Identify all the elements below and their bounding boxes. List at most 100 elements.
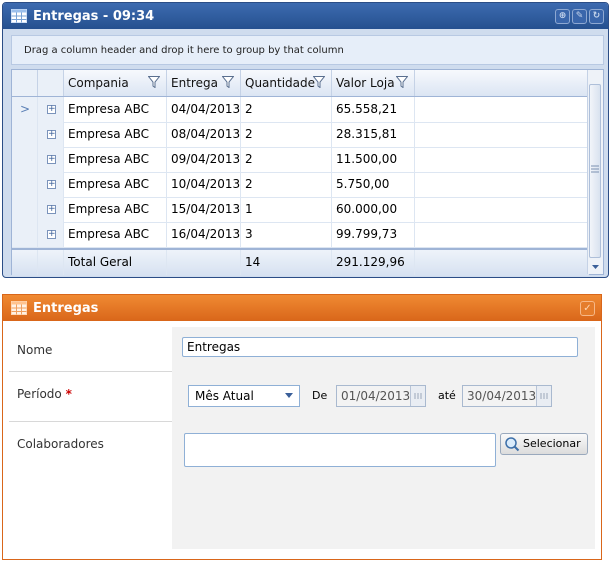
periodo-field-area: Mês Atual De 01/04/2013 até 30/04/2013 (172, 371, 595, 421)
footer-entrega (167, 250, 241, 275)
expand-icon[interactable]: + (47, 105, 56, 114)
check-icon[interactable]: ✓ (580, 300, 595, 316)
data-grid: Compania Entrega Quantidade Valor Loja >… (11, 69, 604, 276)
expand-cell: + (38, 122, 64, 147)
scrollbar-thumb[interactable] (589, 84, 601, 258)
de-date-input[interactable]: 01/04/2013 (336, 385, 426, 407)
calendar-icon[interactable] (536, 386, 551, 406)
table-row[interactable]: + Empresa ABC 16/04/2013 3 99.799,73 (12, 222, 589, 248)
periodo-row: Período * Mês Atual De 01/04/2013 até 30… (9, 371, 595, 422)
colaboradores-field-area: Selecionar (172, 421, 595, 549)
cell-compania: Empresa ABC (64, 97, 167, 122)
table-row[interactable]: + Empresa ABC 15/04/2013 1 60.000,00 (12, 197, 589, 223)
expand-cell: + (38, 147, 64, 172)
footer-indicator (12, 250, 38, 275)
periodo-label-text: Período (17, 387, 62, 401)
table-icon (11, 301, 27, 315)
cell-quantidade: 3 (241, 222, 332, 247)
column-header-valor-loja[interactable]: Valor Loja (332, 70, 415, 96)
expand-cell: + (38, 172, 64, 197)
entregas-grid-panel: Entregas - 09:34 ⊕ ✎ ↻ Drag a column hea… (2, 2, 609, 278)
refresh-icon[interactable]: ↻ (589, 8, 604, 24)
row-indicator (12, 147, 38, 172)
table-row[interactable]: + Empresa ABC 10/04/2013 2 5.750,00 (12, 172, 589, 198)
row-indicator (12, 222, 38, 247)
cell-entrega: 10/04/2013 (167, 172, 241, 197)
table-row[interactable]: > + Empresa ABC 04/04/2013 2 65.558,21 (12, 97, 589, 123)
table-row[interactable]: + Empresa ABC 08/04/2013 2 28.315,81 (12, 122, 589, 148)
colaboradores-input[interactable] (184, 433, 496, 467)
column-header-compania[interactable]: Compania (64, 70, 167, 96)
vertical-scrollbar[interactable] (587, 70, 603, 274)
column-header-entrega[interactable]: Entrega (167, 70, 241, 96)
zoom-icon[interactable]: ⊕ (555, 8, 570, 24)
cell-valor-loja: 28.315,81 (332, 122, 415, 147)
selecionar-label: Selecionar (523, 437, 581, 450)
cell-valor-loja: 60.000,00 (332, 197, 415, 222)
expand-icon[interactable]: + (47, 155, 56, 164)
row-indicator (12, 122, 38, 147)
table-row[interactable]: + Empresa ABC 09/04/2013 2 11.500,00 (12, 147, 589, 173)
periodo-select-value: Mês Atual (195, 389, 254, 403)
ate-label: até (438, 389, 456, 402)
column-header-quantidade[interactable]: Quantidade (241, 70, 332, 96)
filter-icon[interactable] (313, 76, 325, 88)
grid-panel-title: Entregas - 09:34 (33, 8, 155, 24)
colaboradores-row: Colaboradores Selecionar (9, 421, 595, 549)
expand-icon[interactable]: + (47, 180, 56, 189)
de-label: De (312, 389, 328, 402)
column-label: Valor Loja (336, 76, 395, 90)
expand-cell: + (38, 97, 64, 122)
cell-compania: Empresa ABC (64, 147, 167, 172)
cell-entrega: 09/04/2013 (167, 147, 241, 172)
footer-expand (38, 250, 64, 275)
footer-quantidade-total: 14 (241, 250, 332, 275)
expand-header (38, 70, 64, 96)
expand-cell: + (38, 222, 64, 247)
form-panel-title: Entregas (33, 300, 99, 316)
chevron-down-icon (285, 393, 293, 398)
expand-icon[interactable]: + (47, 230, 56, 239)
grid-header-row: Compania Entrega Quantidade Valor Loja (12, 70, 589, 97)
expand-icon[interactable]: + (47, 205, 56, 214)
row-indicator (12, 197, 38, 222)
cell-valor-loja: 65.558,21 (332, 97, 415, 122)
group-hint-text: Drag a column header and drop it here to… (24, 45, 344, 56)
cell-quantidade: 2 (241, 122, 332, 147)
column-label: Compania (68, 76, 129, 90)
cell-valor-loja: 5.750,00 (332, 172, 415, 197)
cell-entrega: 04/04/2013 (167, 97, 241, 122)
scroll-down-icon[interactable] (589, 262, 602, 272)
nome-label: Nome (17, 343, 53, 357)
calendar-icon[interactable] (410, 386, 425, 406)
cell-entrega: 08/04/2013 (167, 122, 241, 147)
footer-total-label: Total Geral (64, 250, 167, 275)
cell-quantidade: 2 (241, 172, 332, 197)
cell-quantidade: 2 (241, 97, 332, 122)
filter-icon[interactable] (222, 76, 234, 88)
grid-panel-header: Entregas - 09:34 ⊕ ✎ ↻ (3, 3, 608, 29)
ate-date-input[interactable]: 30/04/2013 (462, 385, 552, 407)
expand-cell: + (38, 197, 64, 222)
required-marker: * (65, 387, 72, 401)
edit-icon[interactable]: ✎ (572, 8, 587, 24)
cell-valor-loja: 11.500,00 (332, 147, 415, 172)
cell-quantidade: 1 (241, 197, 332, 222)
filter-icon[interactable] (148, 76, 160, 88)
colaboradores-label: Colaboradores (17, 437, 104, 451)
search-icon (505, 437, 520, 452)
nome-field-area: Entregas (172, 327, 595, 371)
selecionar-button[interactable]: Selecionar (500, 433, 588, 455)
group-by-drop-zone[interactable]: Drag a column header and drop it here to… (11, 35, 604, 65)
periodo-select[interactable]: Mês Atual (188, 385, 300, 407)
table-icon (11, 9, 27, 23)
cell-compania: Empresa ABC (64, 222, 167, 247)
expand-icon[interactable]: + (47, 130, 56, 139)
cell-quantidade: 2 (241, 147, 332, 172)
nome-input[interactable]: Entregas (182, 337, 578, 357)
periodo-label: Período * (17, 387, 72, 401)
filter-icon[interactable] (396, 76, 408, 88)
grid-footer-row: Total Geral 14 291.129,96 (12, 248, 589, 276)
nome-row: Nome Entregas (9, 327, 595, 372)
row-indicator-header (12, 70, 38, 96)
